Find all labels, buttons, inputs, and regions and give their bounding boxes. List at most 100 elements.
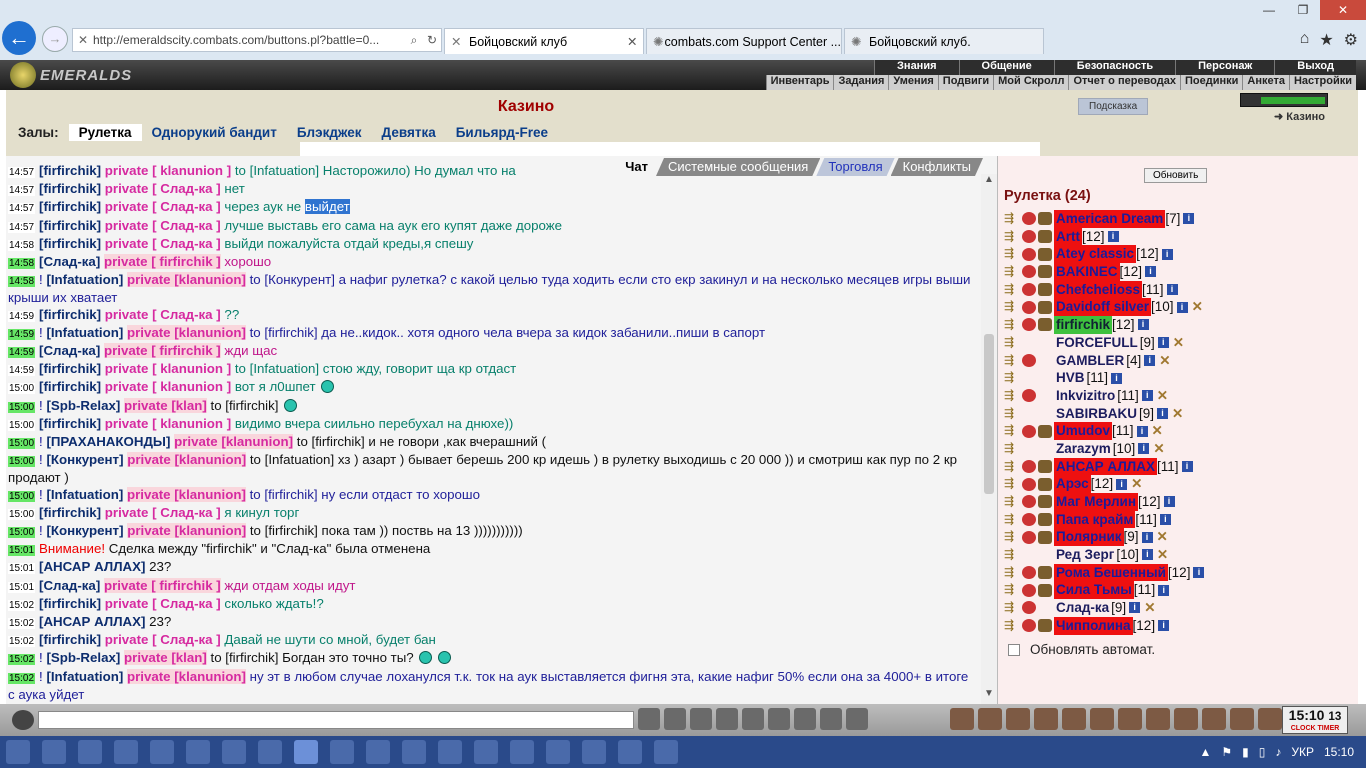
info-icon[interactable]: i [1141, 531, 1153, 543]
submenu-inventory[interactable]: Инвентарь [765, 75, 834, 90]
private-arrow-icon[interactable]: ⇶ [1004, 511, 1022, 529]
taskbar-app-icon[interactable] [618, 740, 642, 764]
tool-icon-2[interactable] [978, 708, 1002, 730]
sender-nick[interactable]: [Spb-Relax] [46, 650, 120, 665]
speaker-icon[interactable]: ♪ [1275, 745, 1281, 759]
private-arrow-icon[interactable]: ⇶ [1004, 475, 1022, 493]
sender-nick[interactable]: [Конкурент] [46, 452, 123, 467]
sender-nick[interactable]: [firfirchik] [39, 416, 101, 431]
private-arrow-icon[interactable]: ⇶ [1004, 422, 1022, 440]
taskbar-app-icon[interactable] [114, 740, 138, 764]
tool-icon-7[interactable] [1118, 708, 1142, 730]
message-time[interactable]: 15:02 [8, 654, 36, 666]
player-name[interactable]: Чипполина [1054, 616, 1133, 635]
private-tag[interactable]: private [ firfirchik ] [103, 343, 221, 359]
helmet-icon[interactable] [846, 708, 868, 730]
private-tag[interactable]: private [klan] [124, 397, 207, 413]
submenu-transfers[interactable]: Отчет о переводах [1068, 75, 1180, 90]
info-icon[interactable]: i [1137, 319, 1149, 331]
info-icon[interactable]: i [1158, 584, 1170, 596]
private-tag[interactable]: private [ Слад-ка ] [105, 199, 221, 214]
private-tag[interactable]: private [ klanunion ] [105, 361, 231, 376]
player-name[interactable]: АНСАР АЛЛАХ [1054, 457, 1158, 476]
private-tag[interactable]: private [ Слад-ка ] [105, 307, 221, 322]
message-time[interactable]: 15:00 [8, 419, 36, 431]
private-arrow-icon[interactable]: ⇶ [1004, 458, 1022, 476]
close-icon[interactable]: ✕ [627, 34, 643, 49]
sender-nick[interactable]: [Infatuation] [46, 487, 123, 502]
private-arrow-icon[interactable]: ⇶ [1004, 369, 1022, 387]
player-name[interactable]: American Dream [1054, 210, 1166, 228]
private-arrow-icon[interactable]: ⇶ [1004, 581, 1022, 599]
sender-nick[interactable]: [Конкурент] [46, 523, 123, 538]
eraser-icon[interactable] [664, 708, 686, 730]
message-time[interactable]: 15:00 [8, 383, 36, 395]
refresh-icon[interactable]: ↻ [423, 33, 441, 47]
scroll-thumb[interactable] [984, 334, 994, 494]
info-icon[interactable]: i [1136, 425, 1148, 437]
private-tag[interactable]: private [ firfirchik ] [103, 254, 221, 270]
back-button[interactable]: ← [2, 21, 36, 55]
info-icon[interactable]: i [1158, 620, 1170, 632]
address-bar[interactable]: ✕ http://emeraldscity.combats.com/button… [72, 28, 442, 52]
sender-nick[interactable]: [firfirchik] [39, 163, 101, 178]
message-time[interactable]: 14:57 [8, 185, 36, 197]
player-name[interactable]: Chefchelioss [1054, 280, 1143, 299]
hall-billiards[interactable]: Бильярд-Free [446, 124, 558, 141]
swords-icon[interactable]: ✕ [1131, 475, 1142, 493]
tool-icon-9[interactable] [1174, 708, 1198, 730]
player-name[interactable]: Davidoff silver [1054, 298, 1152, 317]
clan-icon[interactable] [1022, 424, 1036, 438]
info-icon[interactable]: i [1163, 496, 1175, 508]
scroll-down-icon[interactable]: ▼ [981, 688, 997, 704]
clan-icon[interactable] [1022, 477, 1036, 491]
swords-icon[interactable]: ✕ [1153, 440, 1164, 458]
hint-button[interactable]: Подсказка [1078, 98, 1149, 115]
private-arrow-icon[interactable]: ⇶ [1004, 528, 1022, 546]
info-icon[interactable]: i [1138, 443, 1150, 455]
submenu-skills[interactable]: Умения [888, 75, 937, 90]
private-tag[interactable]: private [klanunion] [126, 668, 246, 684]
player-name[interactable]: Artt [1054, 227, 1082, 246]
player-name[interactable]: FORCEFULL [1054, 334, 1140, 352]
private-tag[interactable]: private [ klanunion ] [105, 163, 231, 178]
submenu-fights[interactable]: Поединки [1179, 75, 1242, 90]
private-tag[interactable]: private [ Слад-ка ] [105, 181, 221, 196]
opera-icon[interactable] [654, 740, 678, 764]
swords-icon[interactable]: ✕ [1173, 334, 1184, 352]
home-icon[interactable]: ⌂ [1300, 30, 1310, 50]
filter-icon[interactable] [690, 708, 712, 730]
tab-conflicts[interactable]: Конфликты [891, 158, 983, 176]
info-icon[interactable]: i [1116, 478, 1128, 490]
private-arrow-icon[interactable]: ⇶ [1004, 298, 1022, 316]
private-arrow-icon[interactable]: ⇶ [1004, 493, 1022, 511]
swords-icon[interactable]: ✕ [1172, 405, 1183, 423]
info-icon[interactable]: i [1111, 372, 1123, 384]
sender-nick[interactable]: [Infatuation] [46, 669, 123, 684]
sender-nick[interactable]: [firfirchik] [39, 361, 101, 376]
message-time[interactable]: 15:00 [8, 490, 36, 502]
tray-arrow-icon[interactable]: ▲ [1199, 745, 1211, 759]
clan-icon[interactable] [1022, 336, 1036, 349]
private-tag[interactable]: private [klanunion] [127, 452, 247, 468]
message-time[interactable]: 15:00 [8, 456, 36, 468]
message-time[interactable]: 15:00 [8, 508, 36, 520]
sender-nick[interactable]: [Spb-Relax] [46, 398, 120, 413]
private-arrow-icon[interactable]: ⇶ [1004, 599, 1022, 617]
swords-icon[interactable]: ✕ [1157, 387, 1168, 405]
info-icon[interactable]: i [1141, 390, 1153, 402]
player-name[interactable]: Рома Бешенный [1054, 563, 1168, 582]
auto-refresh-toggle[interactable]: Обновлять автомат. [1008, 642, 1155, 657]
clan-icon[interactable] [1022, 601, 1036, 615]
private-arrow-icon[interactable]: ⇶ [1004, 334, 1022, 352]
private-arrow-icon[interactable]: ⇶ [1004, 352, 1022, 370]
clan-icon[interactable] [1022, 459, 1036, 473]
message-time[interactable]: 15:00 [8, 438, 36, 450]
tab-support[interactable]: ✺ combats.com Support Center ... [646, 28, 842, 54]
clan-icon[interactable] [1022, 300, 1036, 314]
hall-roulette[interactable]: Рулетка [68, 124, 142, 141]
info-icon[interactable]: i [1161, 248, 1173, 260]
message-time[interactable]: 14:59 [8, 347, 36, 359]
minimize-icon[interactable]: — [1252, 0, 1286, 20]
tool-icon-11[interactable] [1230, 708, 1254, 730]
